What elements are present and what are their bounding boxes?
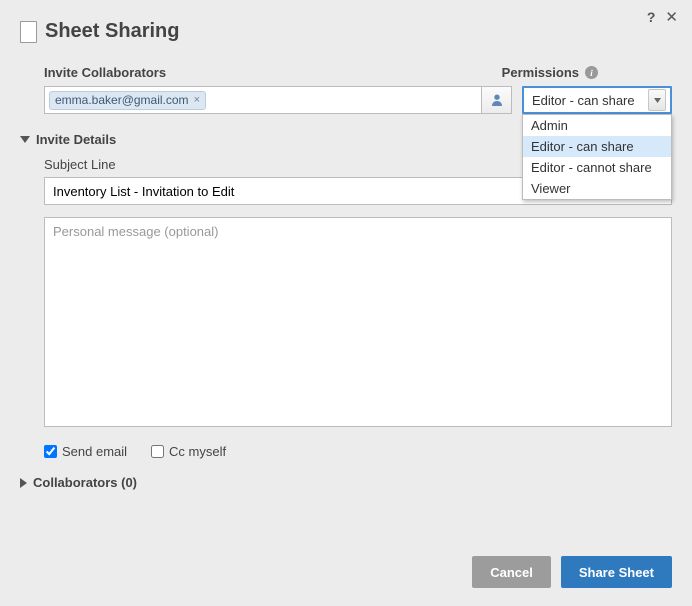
sheet-icon	[20, 21, 37, 43]
permissions-option-editor-share[interactable]: Editor - can share	[523, 136, 671, 157]
dialog-title-row: Sheet Sharing	[20, 20, 672, 43]
collaborator-input[interactable]: emma.baker@gmail.com ×	[44, 86, 512, 114]
cancel-button[interactable]: Cancel	[472, 556, 551, 588]
triangle-down-icon	[20, 136, 30, 143]
chip-remove-icon[interactable]: ×	[194, 94, 200, 106]
permissions-option-admin[interactable]: Admin	[523, 115, 671, 136]
triangle-right-icon	[20, 478, 27, 488]
collaborators-header: Collaborators (0)	[33, 475, 137, 490]
chevron-down-icon	[648, 89, 666, 111]
cc-myself-checkbox[interactable]	[151, 445, 164, 458]
send-email-checkbox-label[interactable]: Send email	[44, 444, 127, 459]
email-chip[interactable]: emma.baker@gmail.com ×	[49, 91, 206, 110]
dialog-title: Sheet Sharing	[45, 20, 179, 43]
contact-picker-button[interactable]	[481, 87, 511, 113]
send-email-text: Send email	[62, 444, 127, 459]
person-icon	[490, 93, 504, 107]
permissions-selected-value: Editor - can share	[532, 93, 635, 108]
send-email-checkbox[interactable]	[44, 445, 57, 458]
cc-myself-text: Cc myself	[169, 444, 226, 459]
permissions-select[interactable]: Editor - can share	[522, 86, 672, 114]
cc-myself-checkbox-label[interactable]: Cc myself	[151, 444, 226, 459]
email-chip-text: emma.baker@gmail.com	[55, 93, 189, 107]
personal-message-input[interactable]	[44, 217, 672, 427]
collaborators-toggle[interactable]: Collaborators (0)	[20, 475, 672, 490]
info-icon[interactable]: i	[585, 66, 598, 79]
titlebar-controls: ? ✕	[647, 8, 678, 26]
permissions-option-editor-noshare[interactable]: Editor - cannot share	[523, 157, 671, 178]
share-sheet-button[interactable]: Share Sheet	[561, 556, 672, 588]
invite-details-header: Invite Details	[36, 132, 116, 147]
close-icon[interactable]: ✕	[665, 8, 678, 26]
invite-collaborators-label: Invite Collaborators	[44, 65, 166, 80]
permissions-label: Permissions	[502, 65, 579, 80]
permissions-dropdown: Admin Editor - can share Editor - cannot…	[522, 114, 672, 200]
sheet-sharing-dialog: ? ✕ Sheet Sharing Invite Collaborators P…	[0, 0, 692, 606]
help-icon[interactable]: ?	[647, 9, 656, 25]
permissions-option-viewer[interactable]: Viewer	[523, 178, 671, 199]
